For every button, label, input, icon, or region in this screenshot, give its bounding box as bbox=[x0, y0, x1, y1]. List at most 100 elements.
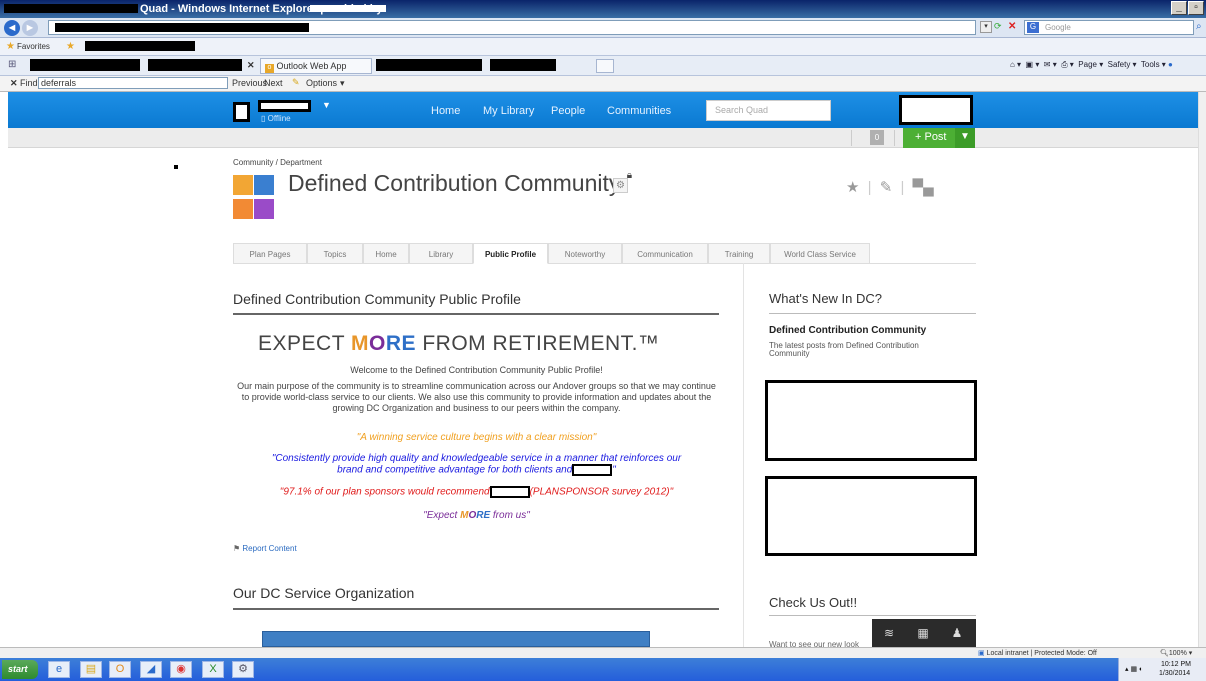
redacted-post bbox=[765, 476, 977, 556]
redacted bbox=[55, 23, 309, 32]
forward-icon[interactable]: ► bbox=[22, 20, 38, 36]
notification-count[interactable]: 0 bbox=[870, 130, 884, 145]
calendar-icon[interactable]: ▦ bbox=[906, 619, 940, 647]
divider bbox=[851, 130, 852, 146]
tab-outlook[interactable]: o Outlook Web App bbox=[260, 58, 372, 74]
gear-icon[interactable]: ⚙ bbox=[613, 178, 628, 193]
quote-line: "97.1% of our plan sponsors would recomm… bbox=[279, 486, 490, 498]
explorer-icon[interactable]: ▤ bbox=[80, 661, 102, 678]
sidebar-news-subtitle: The latest posts from Defined Contributi… bbox=[769, 341, 919, 358]
dropdown-icon[interactable]: ▾ bbox=[980, 21, 992, 33]
person-icon[interactable]: ♟ bbox=[940, 619, 974, 647]
activity-icon[interactable]: ≋ bbox=[872, 619, 906, 647]
ie-icon[interactable]: e bbox=[48, 661, 70, 678]
outlook-icon[interactable]: O bbox=[109, 661, 131, 678]
edit-icon[interactable]: ✎ bbox=[880, 179, 893, 196]
profile-dropdown-icon[interactable]: ▼ bbox=[322, 100, 331, 110]
tab-communication[interactable]: Communication bbox=[622, 243, 708, 264]
favorites-button[interactable]: Favorites bbox=[17, 42, 50, 51]
tab-plan-pages[interactable]: Plan Pages bbox=[233, 243, 307, 264]
stop-icon[interactable]: ✕ bbox=[1008, 21, 1020, 33]
tab-world-class-service[interactable]: World Class Service bbox=[770, 243, 870, 264]
maximize-button[interactable]: ▫ bbox=[1188, 1, 1204, 15]
redacted-post bbox=[765, 380, 977, 461]
nav-home[interactable]: Home bbox=[431, 105, 460, 117]
tab-library[interactable]: Library bbox=[409, 243, 473, 264]
app-icon[interactable]: ⚙ bbox=[232, 661, 254, 678]
clock-time: 10:12 PM bbox=[1161, 661, 1191, 668]
start-button[interactable]: start bbox=[2, 660, 38, 679]
tab-home[interactable]: Home bbox=[363, 243, 409, 264]
tab-outlook-label: Outlook Web App bbox=[276, 61, 347, 71]
sidebar-rule bbox=[769, 615, 976, 616]
scrollbar[interactable] bbox=[1198, 92, 1206, 647]
logo-tile bbox=[254, 175, 274, 195]
logo-tile bbox=[233, 199, 253, 219]
nav-people[interactable]: People bbox=[551, 105, 585, 117]
add-favorite-icon[interactable]: ★ bbox=[66, 41, 75, 52]
nav-communities[interactable]: Communities bbox=[607, 105, 671, 117]
address-input[interactable] bbox=[48, 20, 976, 35]
print-icon[interactable]: ⎙ ▾ bbox=[1061, 60, 1074, 69]
outlook-icon: o bbox=[265, 64, 274, 73]
find-previous-button[interactable]: Previous bbox=[232, 78, 267, 88]
sidebar-rule bbox=[769, 313, 976, 314]
redacted bbox=[310, 5, 386, 12]
refresh-icon[interactable]: ⟳ bbox=[994, 21, 1006, 33]
quote-plansponsor: "97.1% of our plan sponsors would recomm… bbox=[233, 486, 720, 498]
mail-icon[interactable]: ✉ ▾ bbox=[1044, 60, 1057, 69]
find-bar: ✕ Find: deferrals Previous Next ✎ Option… bbox=[0, 76, 1206, 92]
home-icon[interactable]: ⌂ ▾ bbox=[1010, 60, 1021, 69]
find-options-button[interactable]: Options bbox=[306, 78, 337, 88]
report-content-link[interactable]: ⚑ Report Content bbox=[233, 544, 297, 553]
zoom-control[interactable]: 🔍︎100% ▾ bbox=[1160, 649, 1192, 657]
tab-topics[interactable]: Topics bbox=[307, 243, 363, 264]
redacted bbox=[4, 4, 138, 13]
sidebar-check-us-out: Check Us Out!! bbox=[769, 595, 858, 610]
redacted bbox=[490, 59, 556, 71]
follow-star-icon[interactable]: ★ bbox=[846, 179, 859, 196]
tab-public-profile[interactable]: Public Profile bbox=[473, 243, 548, 264]
redacted bbox=[85, 41, 195, 51]
options-dropdown-icon[interactable]: ▾ bbox=[340, 78, 345, 89]
find-next-button[interactable]: Next bbox=[264, 78, 283, 88]
excel-icon[interactable]: X bbox=[202, 661, 224, 678]
app-icon[interactable]: ◢ bbox=[140, 661, 162, 678]
close-find-icon[interactable]: ✕ bbox=[10, 78, 18, 89]
discussion-icon[interactable]: ▀▄ bbox=[913, 179, 934, 196]
feeds-icon[interactable]: ▣ ▾ bbox=[1026, 60, 1040, 69]
expect-re: RE bbox=[385, 332, 417, 355]
page-menu[interactable]: Page ▾ bbox=[1078, 60, 1103, 69]
redacted bbox=[258, 100, 311, 112]
expect-text: EXPECT bbox=[258, 332, 351, 355]
search-input[interactable]: G Google bbox=[1024, 20, 1194, 35]
divider: | bbox=[900, 179, 905, 196]
search-icon[interactable]: ⌕ bbox=[1196, 21, 1202, 32]
breadcrumb: Community / Department bbox=[233, 158, 322, 167]
safety-menu[interactable]: Safety ▾ bbox=[1108, 60, 1137, 69]
minimize-button[interactable]: _ bbox=[1171, 1, 1187, 15]
find-input[interactable]: deferrals bbox=[38, 77, 228, 89]
new-tab-button[interactable] bbox=[596, 59, 614, 73]
favorites-bar: ★ Favorites ★ bbox=[0, 38, 1206, 56]
highlight-icon[interactable]: ✎ bbox=[292, 77, 300, 88]
tray-icons[interactable]: ▴ ▦ ◐ bbox=[1125, 665, 1143, 673]
system-tray: ▴ ▦ ◐ 10:12 PM 1/30/2014 bbox=[1118, 658, 1206, 681]
help-icon[interactable]: ● bbox=[1168, 60, 1173, 69]
tab-noteworthy[interactable]: Noteworthy bbox=[548, 243, 622, 264]
community-logo bbox=[233, 175, 275, 219]
quad-search-input[interactable]: Search Quad bbox=[706, 100, 831, 121]
redacted bbox=[30, 59, 140, 71]
back-icon[interactable]: ◄ bbox=[4, 20, 20, 36]
quote-line: "Consistently provide high quality and k… bbox=[271, 453, 682, 464]
redacted bbox=[233, 102, 250, 122]
bullet-mark bbox=[174, 165, 178, 169]
chrome-icon[interactable]: ◉ bbox=[170, 661, 192, 678]
tools-menu[interactable]: Tools ▾ bbox=[1141, 60, 1166, 69]
tab-training[interactable]: Training bbox=[708, 243, 770, 264]
quick-tabs-icon[interactable]: ⊞ bbox=[8, 59, 16, 70]
post-dropdown-icon[interactable]: ▼ bbox=[955, 128, 975, 148]
post-button[interactable]: + Post bbox=[903, 128, 955, 148]
close-tab-icon[interactable]: ✕ bbox=[247, 60, 255, 71]
nav-my-library[interactable]: My Library bbox=[483, 105, 534, 117]
